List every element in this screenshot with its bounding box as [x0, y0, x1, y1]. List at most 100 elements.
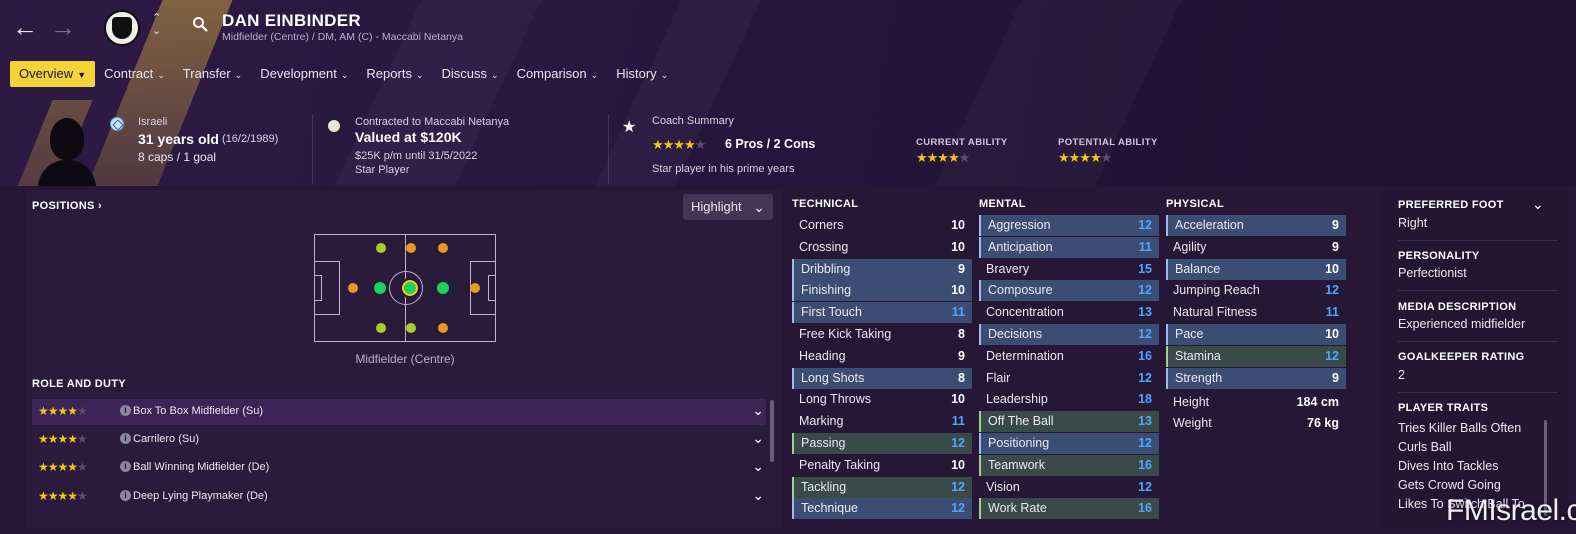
attribute-name: Vision	[986, 479, 1020, 494]
attribute-row[interactable]: Free Kick Taking 8	[792, 324, 972, 345]
attribute-row[interactable]: Strength 9	[1166, 367, 1346, 389]
tab-reports[interactable]: Reports ⌄	[357, 61, 432, 87]
info-icon[interactable]: i	[120, 490, 131, 501]
attribute-row[interactable]: Flair 12	[979, 368, 1159, 389]
attribute-row[interactable]: Acceleration 9	[1166, 215, 1346, 236]
pros-cons[interactable]: 6 Pros / 2 Cons	[725, 137, 815, 151]
coach-star-icon: ★	[622, 119, 637, 136]
role-row[interactable]: ★★★★★ i Box To Box Midfielder (Su) ⌄	[32, 399, 766, 425]
attribute-row[interactable]: First Touch 11	[792, 302, 972, 324]
attribute-value: 12	[951, 436, 965, 450]
attribute-row[interactable]: Vision 12	[979, 477, 1159, 498]
attribute-row[interactable]: Finishing 10	[792, 280, 972, 302]
role-row[interactable]: ★★★★★ i Deep Lying Playmaker (De) ⌄	[32, 484, 766, 510]
attribute-value: 11	[1325, 305, 1339, 320]
attribute-row[interactable]: Long Throws 10	[792, 389, 972, 410]
attribute-row[interactable]: Work Rate 16	[979, 498, 1159, 520]
attribute-row[interactable]: Concentration 13	[979, 302, 1159, 323]
info-icon[interactable]: i	[120, 461, 131, 472]
chevron-down-icon: ⌄	[590, 70, 599, 80]
position-dot-dmc[interactable]	[348, 283, 358, 293]
attribute-row[interactable]: Anticipation 11	[979, 236, 1159, 258]
attribute-row[interactable]: Long Shots 8	[792, 367, 972, 389]
position-dot-dm[interactable]	[374, 282, 386, 294]
nationality-flag-icon[interactable]	[110, 117, 124, 131]
player-avatar	[38, 116, 96, 192]
attribute-row[interactable]: Crossing 10	[792, 237, 972, 258]
attribute-value: 12	[1138, 436, 1152, 450]
attribute-row[interactable]: Determination 16	[979, 346, 1159, 367]
position-dot-amc-l[interactable]	[438, 243, 448, 253]
attribute-value: 12	[1138, 370, 1152, 385]
player-switch-icon[interactable]: ⌃ ⌄	[152, 12, 161, 38]
info-icon[interactable]: i	[120, 433, 131, 444]
attribute-row[interactable]: Penalty Taking 10	[792, 455, 972, 476]
attribute-row[interactable]: Positioning 12	[979, 433, 1159, 454]
attribute-value: 10	[951, 218, 965, 232]
tab-overview[interactable]: Overview ▼	[10, 61, 96, 87]
attribute-row[interactable]: Corners 10	[792, 215, 972, 236]
position-dot-amr[interactable]	[406, 323, 416, 333]
attribute-row[interactable]: Stamina 12	[1166, 345, 1346, 367]
trait-item: Curls Ball	[1398, 440, 1452, 454]
position-dot-st[interactable]	[470, 283, 480, 293]
position-dot-mc[interactable]	[402, 280, 418, 296]
attribute-row[interactable]: Pace 10	[1166, 324, 1346, 345]
attribute-name: Anticipation	[988, 239, 1053, 254]
club-crest-icon[interactable]	[104, 10, 140, 46]
attribute-row[interactable]: Aggression 12	[979, 215, 1159, 236]
position-dot-amc[interactable]	[437, 282, 449, 294]
tab-discuss[interactable]: Discuss ⌄	[433, 61, 508, 87]
role-row[interactable]: ★★★★★ i Carrilero (Su) ⌄	[32, 427, 766, 453]
trait-item: Tries Killer Balls Often	[1398, 421, 1522, 435]
attribute-value: 10	[951, 239, 965, 254]
chevron-down-icon[interactable]: ⌄	[1532, 196, 1544, 213]
role-stars: ★★★★★	[38, 460, 88, 474]
info-icon[interactable]: i	[120, 405, 131, 416]
tab-transfer[interactable]: Transfer ⌄	[174, 61, 251, 87]
attribute-row[interactable]: Technique 12	[792, 498, 972, 520]
tab-development[interactable]: Development ⌄	[251, 61, 357, 87]
chevron-down-icon: ⌄	[234, 70, 243, 80]
roles-scrollbar[interactable]	[770, 400, 774, 462]
contract-club[interactable]: Contracted to Maccabi Netanya	[355, 116, 509, 128]
attribute-row[interactable]: Tackling 12	[792, 476, 972, 498]
positions-title[interactable]: POSITIONS ›	[32, 200, 102, 212]
attribute-row[interactable]: Jumping Reach 12	[1166, 280, 1346, 301]
tab-contract[interactable]: Contract ⌄	[95, 61, 174, 87]
forward-arrow-icon[interactable]: →	[50, 14, 76, 40]
attribute-row[interactable]: Decisions 12	[979, 324, 1159, 345]
chevron-right-icon: ›	[97, 200, 102, 212]
nationality[interactable]: Israeli	[138, 116, 167, 128]
trait-item: Gets Crowd Going	[1398, 478, 1501, 492]
attribute-row[interactable]: Dribbling 9	[792, 258, 972, 280]
attribute-name: Teamwork	[988, 457, 1045, 472]
attribute-row[interactable]: Heading 9	[792, 346, 972, 367]
attribute-row[interactable]: Agility 9	[1166, 237, 1346, 258]
attribute-row[interactable]: Balance 10	[1166, 258, 1346, 280]
weight-row: Weight 76 kg	[1173, 416, 1339, 430]
role-row[interactable]: ★★★★★ i Ball Winning Midfielder (De) ⌄	[32, 455, 766, 481]
tab-history[interactable]: History ⌄	[607, 61, 677, 87]
goalkeeper-rating-label: GOALKEEPER RATING	[1398, 351, 1525, 363]
attribute-row[interactable]: Marking 11	[792, 411, 972, 432]
attribute-row[interactable]: Leadership 18	[979, 389, 1159, 410]
attribute-name: Pace	[1175, 327, 1204, 341]
position-dot-aml[interactable]	[406, 243, 416, 253]
attribute-row[interactable]: Natural Fitness 11	[1166, 302, 1346, 323]
attribute-row[interactable]: Passing 12	[792, 433, 972, 454]
attribute-row[interactable]: Teamwork 16	[979, 454, 1159, 476]
position-dot-amc-r[interactable]	[438, 323, 448, 333]
attribute-value: 9	[1332, 239, 1339, 254]
back-arrow-icon[interactable]: ←	[12, 14, 38, 40]
attribute-row[interactable]: Bravery 15	[979, 259, 1159, 280]
attribute-row[interactable]: Composure 12	[979, 280, 1159, 302]
highlight-dropdown[interactable]: Highlight ⌄	[683, 194, 773, 220]
club-badge-icon[interactable]	[326, 118, 342, 134]
attribute-name: Work Rate	[988, 501, 1047, 516]
position-dot-ml[interactable]	[376, 243, 386, 253]
search-icon[interactable]	[192, 16, 208, 32]
tab-comparison[interactable]: Comparison ⌄	[508, 61, 608, 87]
position-dot-mr[interactable]	[376, 323, 386, 333]
attribute-row[interactable]: Off The Ball 13	[979, 411, 1159, 433]
